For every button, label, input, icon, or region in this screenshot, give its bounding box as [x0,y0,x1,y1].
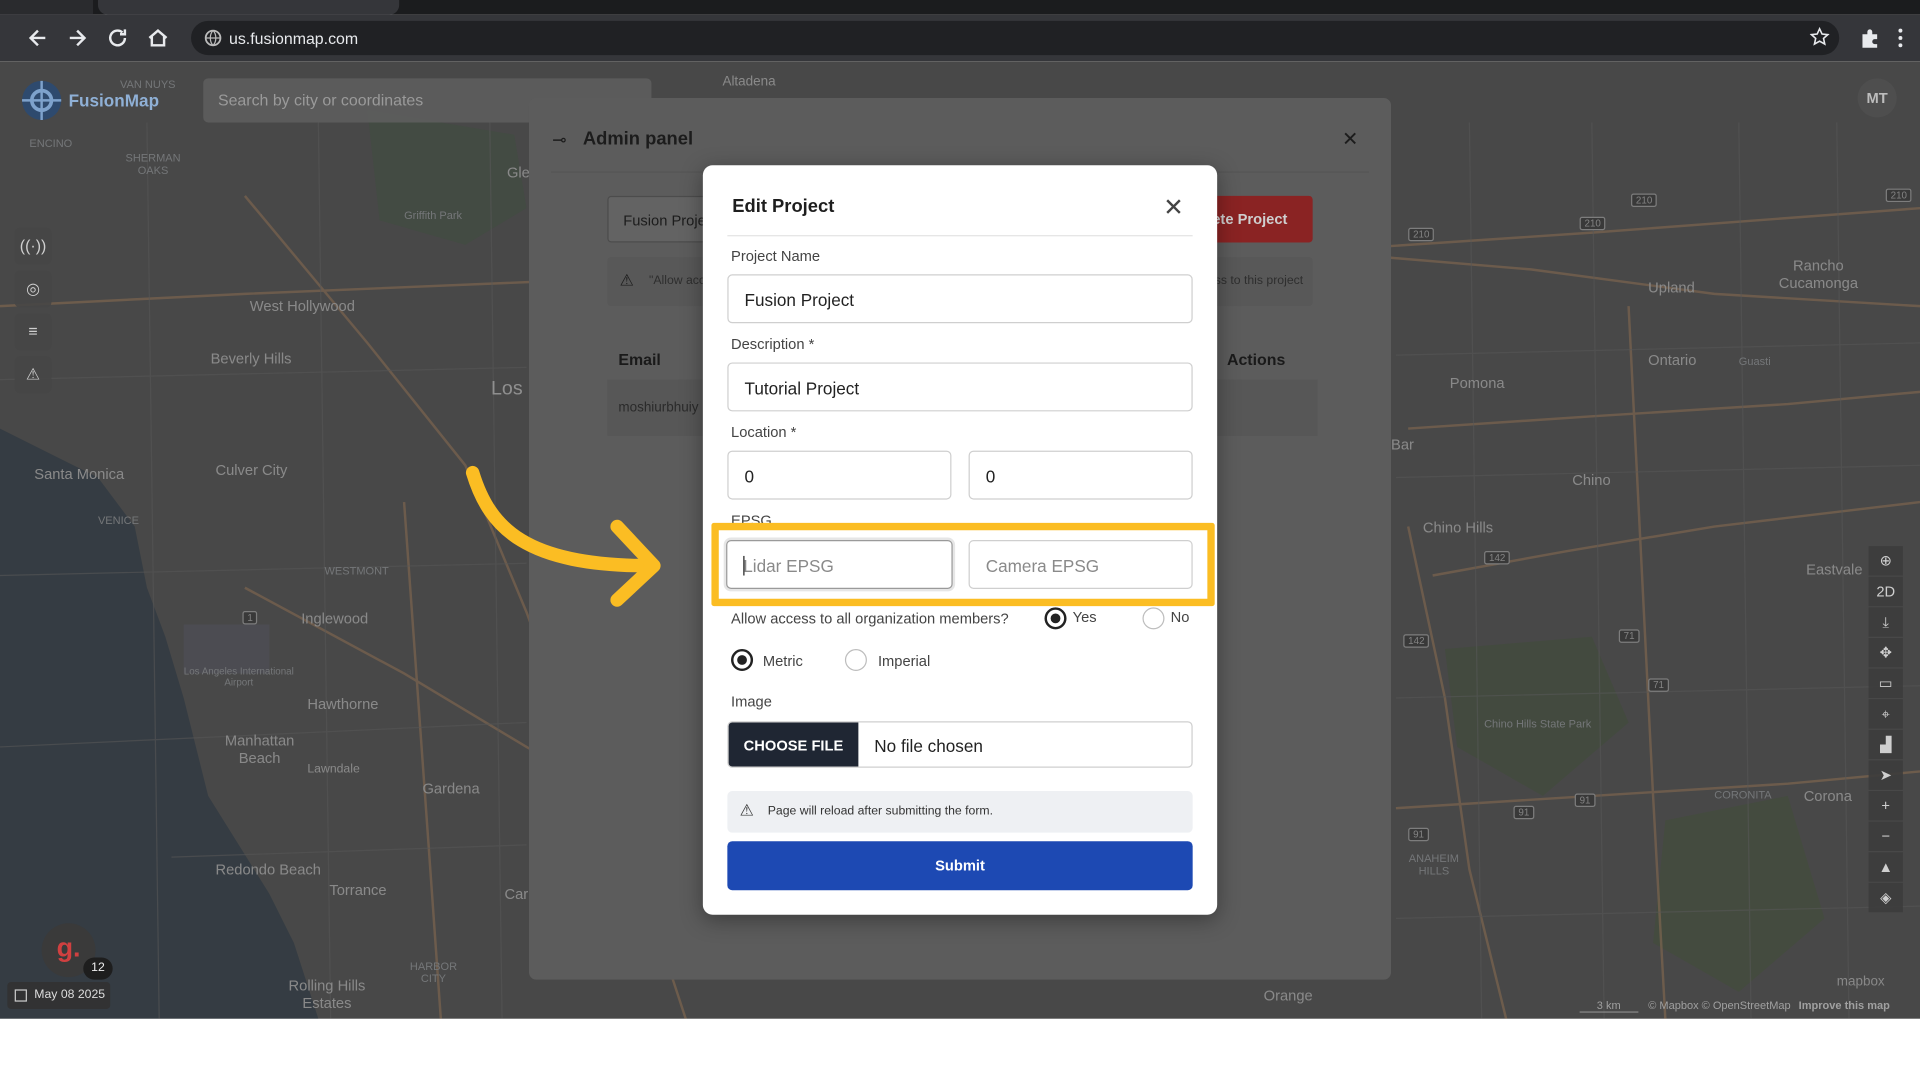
submit-button[interactable]: Submit [727,841,1193,891]
chart-icon[interactable]: ▟ [1868,729,1903,760]
admin-close-icon[interactable]: ✕ [1342,127,1358,151]
warning-icon: ⚠ [739,800,754,820]
units-imperial-radio[interactable] [844,648,867,672]
right-toolbar: ⊕ 2D ⤓ ✥ ▭ ⌖ ▟ ➤ + − ▲ ◈ [1868,546,1903,913]
access-yes-label: Yes [1072,608,1097,626]
location-lng-value: 0 [985,466,996,487]
extensions-icon[interactable] [1859,27,1881,55]
description-label: Description * [731,335,815,353]
key-icon: ⊸ [552,129,567,150]
back-icon[interactable] [24,24,51,51]
divider [727,235,1193,237]
home-icon[interactable] [144,24,171,51]
url-text: us.fusionmap.com [228,29,359,48]
access-no-label: No [1170,608,1190,626]
move-icon[interactable]: ✥ [1868,637,1903,668]
2d-toggle[interactable]: 2D [1868,576,1903,607]
project-select[interactable]: Fusion Proje [607,195,718,243]
image-file-input[interactable]: CHOOSE FILE No file chosen [727,721,1193,768]
locate-icon[interactable]: ➤ [1868,760,1903,790]
admin-notice-text-right: ss to this project [1214,274,1304,288]
download-icon[interactable]: ⤓ [1868,607,1903,637]
project-name-label: Project Name [731,247,821,265]
scale-bar: 3 km [1579,999,1638,1013]
pin-icon[interactable]: ⌖ [1868,699,1903,729]
zoom-in-icon[interactable]: + [1868,791,1903,821]
close-icon[interactable]: ✕ [1163,192,1184,223]
site-info-icon[interactable] [203,28,223,48]
fusionmap-logo [17,76,66,125]
units-metric-label: Metric [762,652,803,670]
address-bar[interactable]: us.fusionmap.com [191,20,1840,56]
file-status: No file chosen [874,735,983,756]
modal-title: Edit Project [732,195,835,217]
search-input[interactable]: Search by city or coordinates [218,91,423,109]
star-icon[interactable] [1809,26,1830,53]
reload-notice: ⚠ Page will reload after submitting the … [727,791,1193,833]
antenna-icon[interactable]: ((·)) [14,227,52,265]
admin-panel-title: Admin panel [582,128,694,150]
date-chip[interactable]: May 08 2025 [7,982,111,1009]
admin-notice-text-left: "Allow acc [648,274,706,288]
access-question: Allow access to all organization members… [731,609,1009,627]
column-header-actions: Actions [1226,350,1286,369]
access-yes-radio[interactable] [1044,607,1067,630]
zoom-out-icon[interactable]: − [1868,821,1903,852]
date-text: May 08 2025 [34,988,106,1002]
location-lat-input[interactable]: 0 [727,450,952,500]
tutorial-highlight-box [711,522,1215,607]
project-name-input[interactable]: Fusion Project [727,274,1193,324]
forward-icon[interactable] [64,24,91,51]
g-badge-count: 12 [83,957,113,980]
calendar-icon [14,989,27,1002]
improve-map-link[interactable]: Improve this map [1799,999,1890,1011]
layers-icon[interactable]: ◈ [1868,882,1903,913]
reload-icon[interactable] [104,24,131,51]
browser-tab-strip [0,0,1920,15]
location-lat-value: 0 [744,466,755,487]
tutorial-arrow-icon [465,465,661,607]
ruler-icon[interactable]: ▭ [1868,668,1903,698]
description-input[interactable]: Tutorial Project [727,362,1193,412]
avatar[interactable]: MT [1857,78,1897,118]
image-label: Image [731,693,772,711]
browser-tab-active[interactable] [97,0,400,15]
reload-notice-text: Page will reload after submitting the fo… [767,804,994,818]
add-icon[interactable]: ⊕ [1868,546,1903,576]
mapbox-logo: mapbox [1836,974,1885,990]
description-value: Tutorial Project [744,378,860,398]
attribution-text: © Mapbox © OpenStreetMap [1648,999,1791,1012]
location-lng-input[interactable]: 0 [968,450,1193,500]
choose-file-button[interactable]: CHOOSE FILE [728,722,859,767]
location-label: Location * [731,423,797,441]
left-toolbar: ((·)) ◎ ≡ ⚠ [14,227,52,399]
compass-icon[interactable]: ▲ [1868,852,1903,882]
map-attribution: 3 km © Mapbox © OpenStreetMap Improve th… [1579,999,1890,1019]
project-select-value: Fusion Proje [623,211,706,229]
access-no-radio[interactable] [1142,607,1165,630]
browser-tab[interactable] [0,0,94,15]
units-imperial-label: Imperial [877,652,931,670]
app-name: FusionMap [68,90,160,111]
warning-icon: ⚠ [619,270,634,289]
camera-icon[interactable]: ◎ [14,270,52,308]
column-header-email: Email [618,350,661,369]
project-name-value: Fusion Project [744,290,855,310]
warning-icon[interactable]: ⚠ [14,356,52,394]
table-cell-email: moshiurbhuiy [618,400,699,416]
list-icon[interactable]: ≡ [14,313,52,351]
units-metric-radio[interactable] [731,648,754,672]
menu-icon[interactable] [1896,27,1906,55]
